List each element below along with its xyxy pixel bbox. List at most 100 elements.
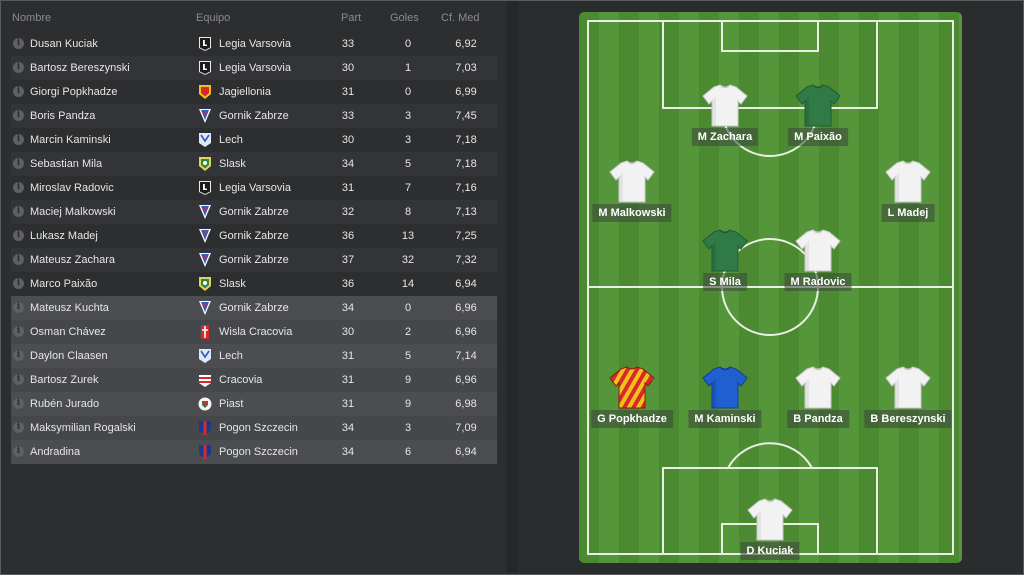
player-marker[interactable]: M Paixão bbox=[768, 84, 868, 154]
info-icon[interactable]: i bbox=[13, 278, 24, 289]
player-name[interactable]: Bartosz Zurek bbox=[30, 374, 98, 386]
player-name[interactable]: Andradina bbox=[30, 446, 80, 458]
team-name[interactable]: Jagiellonia bbox=[219, 86, 271, 98]
info-icon[interactable]: i bbox=[13, 134, 24, 145]
table-row[interactable]: i Boris Pandza Gornik Zabrze 33 3 7,45 bbox=[11, 104, 497, 128]
team-name[interactable]: Piast bbox=[219, 398, 243, 410]
player-name[interactable]: Mateusz Kuchta bbox=[30, 302, 109, 314]
piast-crest-icon bbox=[198, 397, 212, 411]
player-marker[interactable]: D Kuciak bbox=[720, 498, 820, 568]
player-name[interactable]: Marco Paixão bbox=[30, 278, 97, 290]
player-name[interactable]: Osman Chávez bbox=[30, 326, 106, 338]
player-name[interactable]: Bartosz Bereszynski bbox=[30, 62, 130, 74]
info-icon[interactable]: i bbox=[13, 158, 24, 169]
team-name[interactable]: Gornik Zabrze bbox=[219, 110, 289, 122]
team-name[interactable]: Gornik Zabrze bbox=[219, 230, 289, 242]
info-icon[interactable]: i bbox=[13, 182, 24, 193]
table-row[interactable]: i Mateusz Kuchta Gornik Zabrze 34 0 6,96 bbox=[11, 296, 497, 320]
info-icon[interactable]: i bbox=[13, 110, 24, 121]
player-name[interactable]: Giorgi Popkhadze bbox=[30, 86, 117, 98]
info-icon[interactable]: i bbox=[13, 254, 24, 265]
info-icon[interactable]: i bbox=[13, 350, 24, 361]
player-name[interactable]: Lukasz Madej bbox=[30, 230, 98, 242]
info-icon[interactable]: i bbox=[13, 422, 24, 433]
table-row[interactable]: i Bartosz Zurek Cracovia 31 9 6,96 bbox=[11, 368, 497, 392]
player-name[interactable]: Marcin Kaminski bbox=[30, 134, 111, 146]
team-name[interactable]: Slask bbox=[219, 278, 246, 290]
table-row[interactable]: i Bartosz Bereszynski Legia Varsovia 30 1 7,0… bbox=[11, 56, 497, 80]
table-row[interactable]: i Giorgi Popkhadze Jagiellonia 31 0 6,99 bbox=[11, 80, 497, 104]
player-marker[interactable]: B Pandza bbox=[768, 366, 868, 436]
table-row[interactable]: i Maksymilian Rogalski Pogon Szczecin 34 3 7,… bbox=[11, 416, 497, 440]
header-apps[interactable]: Part bbox=[341, 12, 361, 24]
table-row[interactable]: i Miroslav Radovic Legia Varsovia 31 7 7,16 bbox=[11, 176, 497, 200]
table-row[interactable]: i Marcin Kaminski Lech 30 3 7,18 bbox=[11, 128, 497, 152]
player-name[interactable]: Mateusz Zachara bbox=[30, 254, 115, 266]
info-icon[interactable]: i bbox=[13, 86, 24, 97]
rating-value: 7,18 bbox=[455, 134, 477, 146]
apps-value: 34 bbox=[341, 158, 355, 170]
player-name[interactable]: Sebastian Mila bbox=[30, 158, 102, 170]
goals-value: 5 bbox=[404, 158, 412, 170]
team-name[interactable]: Pogon Szczecin bbox=[219, 446, 298, 458]
team-name[interactable]: Gornik Zabrze bbox=[219, 254, 289, 266]
header-team[interactable]: Equipo bbox=[196, 12, 230, 24]
header-name[interactable]: Nombre bbox=[12, 12, 51, 24]
green-shirt-icon bbox=[702, 229, 748, 272]
info-icon[interactable]: i bbox=[13, 446, 24, 457]
team-name[interactable]: Lech bbox=[219, 350, 243, 362]
player-name[interactable]: Maciej Malkowski bbox=[30, 206, 116, 218]
info-icon[interactable]: i bbox=[13, 398, 24, 409]
player-name[interactable]: Dusan Kuciak bbox=[30, 38, 98, 50]
table-row[interactable]: i Mateusz Zachara Gornik Zabrze 37 32 7,32 bbox=[11, 248, 497, 272]
rating-value: 7,09 bbox=[455, 422, 477, 434]
table-row[interactable]: i Dusan Kuciak Legia Varsovia 33 0 6,92 bbox=[11, 32, 497, 56]
table-row[interactable]: i Sebastian Mila Slask 34 5 7,18 bbox=[11, 152, 497, 176]
table-row[interactable]: i Marco Paixão Slask 36 14 6,94 bbox=[11, 272, 497, 296]
white-shirt-icon bbox=[702, 84, 748, 127]
team-name[interactable]: Wisla Cracovia bbox=[219, 326, 292, 338]
player-marker[interactable]: G Popkhadze bbox=[582, 366, 682, 436]
player-marker[interactable]: M Malkowski bbox=[582, 160, 682, 230]
header-goals[interactable]: Goles bbox=[390, 12, 419, 24]
table-row[interactable]: i Daylon Claasen Lech 31 5 7,14 bbox=[11, 344, 497, 368]
team-name[interactable]: Legia Varsovia bbox=[219, 62, 291, 74]
info-icon[interactable]: i bbox=[13, 230, 24, 241]
player-marker[interactable]: M Zachara bbox=[675, 84, 775, 154]
header-rating[interactable]: Cf. Med bbox=[441, 12, 480, 24]
player-name[interactable]: Maksymilian Rogalski bbox=[30, 422, 136, 434]
rating-value: 7,16 bbox=[455, 182, 477, 194]
player-marker[interactable]: M Kaminski bbox=[675, 366, 775, 436]
table-row[interactable]: i Andradina Pogon Szczecin 34 6 6,94 bbox=[11, 440, 497, 464]
player-marker[interactable]: S Mila bbox=[675, 229, 775, 299]
table-row[interactable]: i Lukasz Madej Gornik Zabrze 36 13 7,25 bbox=[11, 224, 497, 248]
team-name[interactable]: Gornik Zabrze bbox=[219, 206, 289, 218]
team-name[interactable]: Legia Varsovia bbox=[219, 182, 291, 194]
team-name[interactable]: Gornik Zabrze bbox=[219, 302, 289, 314]
player-marker[interactable]: M Radovic bbox=[768, 229, 868, 299]
player-name[interactable]: Rubén Jurado bbox=[30, 398, 99, 410]
table-row[interactable]: i Maciej Malkowski Gornik Zabrze 32 8 7,13 bbox=[11, 200, 497, 224]
team-name[interactable]: Legia Varsovia bbox=[219, 38, 291, 50]
info-icon[interactable]: i bbox=[13, 374, 24, 385]
info-icon[interactable]: i bbox=[13, 326, 24, 337]
team-name[interactable]: Lech bbox=[219, 134, 243, 146]
player-marker[interactable]: B Bereszynski bbox=[858, 366, 958, 436]
team-name[interactable]: Cracovia bbox=[219, 374, 262, 386]
player-name[interactable]: Daylon Claasen bbox=[30, 350, 108, 362]
player-marker[interactable]: L Madej bbox=[858, 160, 958, 230]
table-row[interactable]: i Rubén Jurado Piast 31 9 6,98 bbox=[11, 392, 497, 416]
rating-value: 6,98 bbox=[455, 398, 477, 410]
team-name[interactable]: Pogon Szczecin bbox=[219, 422, 298, 434]
team-name[interactable]: Slask bbox=[219, 158, 246, 170]
table-row[interactable]: i Osman Chávez Wisla Cracovia 30 2 6,96 bbox=[11, 320, 497, 344]
info-icon[interactable]: i bbox=[13, 38, 24, 49]
rating-value: 7,45 bbox=[455, 110, 477, 122]
info-icon[interactable]: i bbox=[13, 302, 24, 313]
info-icon[interactable]: i bbox=[13, 206, 24, 217]
player-name[interactable]: Miroslav Radovic bbox=[30, 182, 114, 194]
player-name[interactable]: Boris Pandza bbox=[30, 110, 95, 122]
apps-value: 37 bbox=[341, 254, 355, 266]
info-icon[interactable]: i bbox=[13, 62, 24, 73]
rating-value: 7,18 bbox=[455, 158, 477, 170]
